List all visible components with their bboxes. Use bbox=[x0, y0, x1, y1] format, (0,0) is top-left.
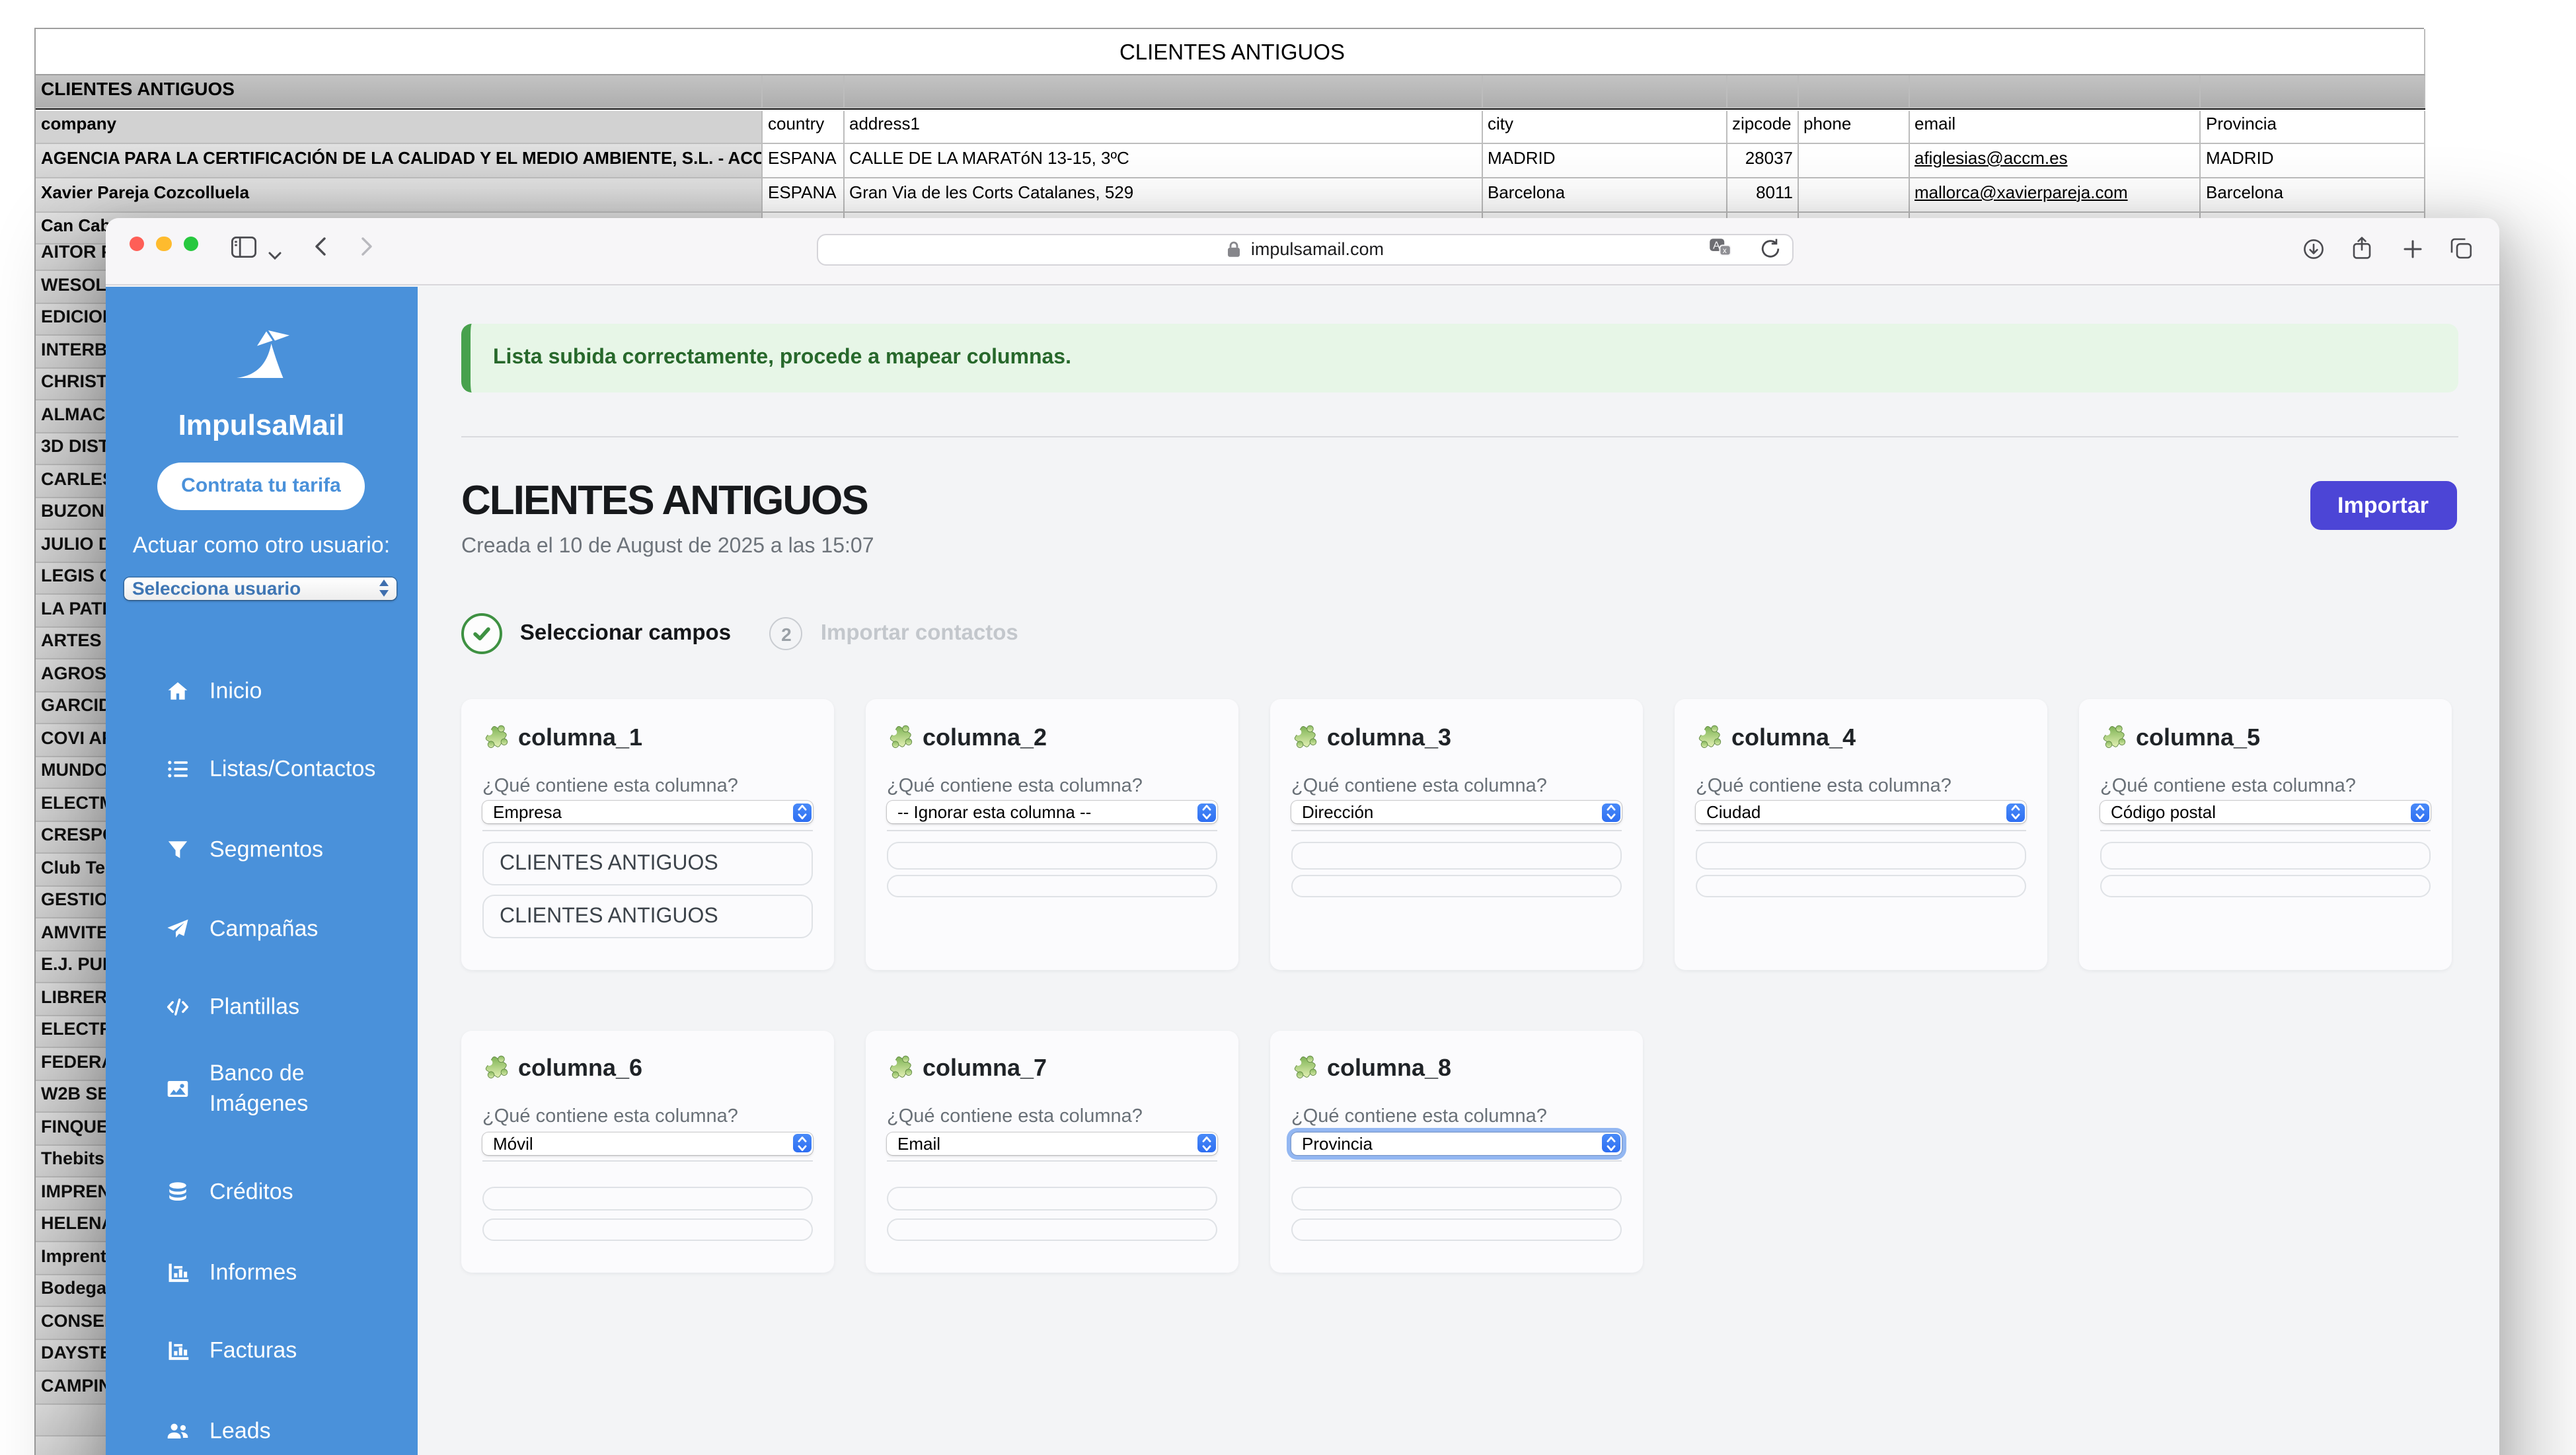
svg-text:x: x bbox=[1723, 246, 1727, 255]
svg-text:A: A bbox=[1713, 240, 1720, 251]
